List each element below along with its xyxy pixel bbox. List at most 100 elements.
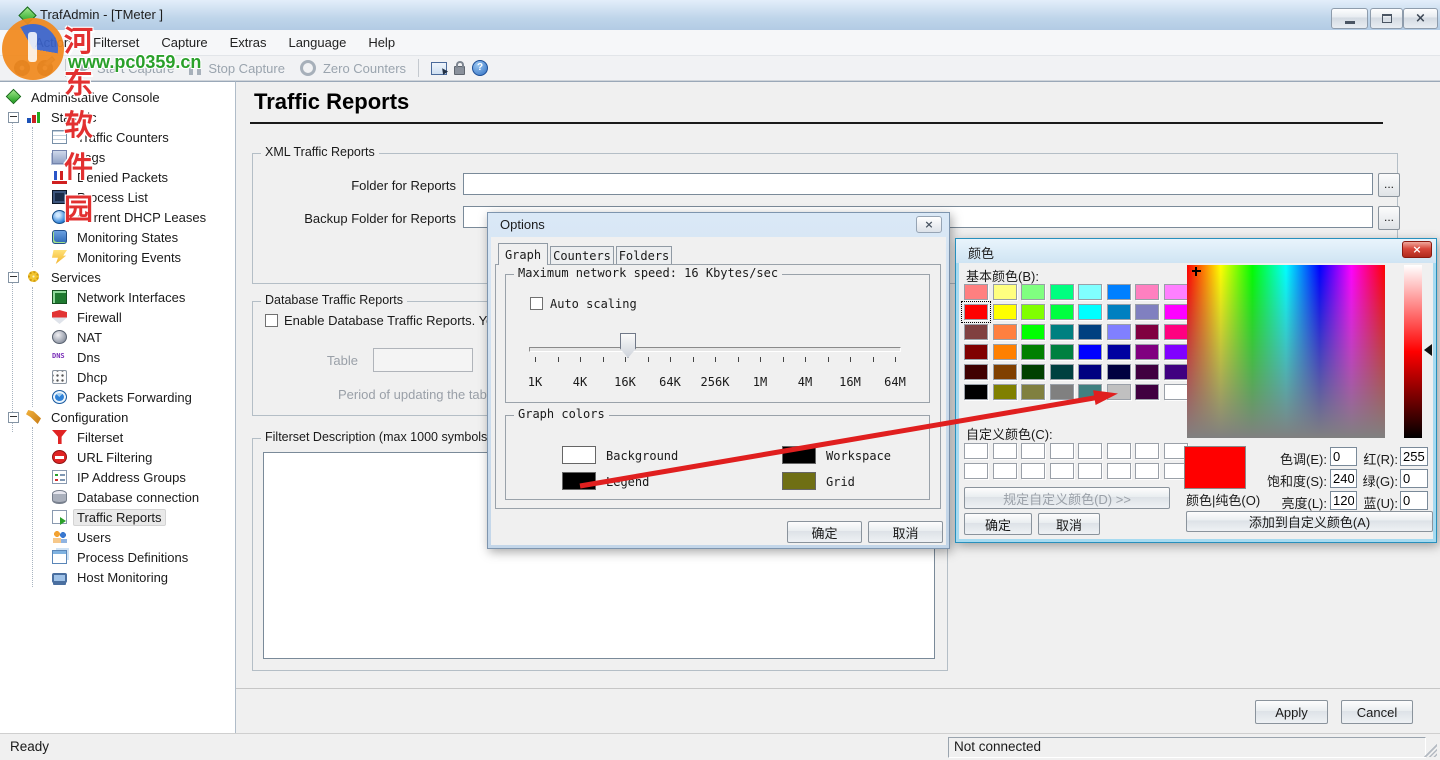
basic-color-swatch[interactable]	[1021, 344, 1045, 360]
basic-color-swatch[interactable]	[964, 324, 988, 340]
custom-color-swatch[interactable]	[1050, 463, 1074, 479]
tree-item-statistic[interactable]: Statistic	[0, 107, 234, 127]
add-custom-color-button[interactable]: 添加到自定义颜色(A)	[1186, 511, 1433, 532]
tree-item-traffic-reports[interactable]: Traffic Reports	[0, 507, 234, 527]
tree-item-dhcp[interactable]: Dhcp	[0, 367, 234, 387]
basic-color-swatch[interactable]	[1050, 324, 1074, 340]
basic-color-swatch[interactable]	[1107, 324, 1131, 340]
basic-color-swatch[interactable]	[964, 384, 988, 400]
basic-color-swatch[interactable]	[1107, 304, 1131, 320]
collapse-icon[interactable]	[8, 272, 19, 283]
options-ok-button[interactable]: 确定	[787, 521, 862, 543]
custom-color-swatch[interactable]	[993, 463, 1017, 479]
lock-icon[interactable]	[454, 66, 465, 75]
tree-item-packets-forwarding[interactable]: Packets Forwarding	[0, 387, 234, 407]
basic-color-swatch[interactable]	[993, 384, 1017, 400]
basic-color-swatch[interactable]	[993, 364, 1017, 380]
luminance-arrow-icon[interactable]	[1424, 344, 1432, 356]
collapse-icon[interactable]	[8, 112, 19, 123]
color-cancel-button[interactable]: 取消	[1038, 513, 1100, 535]
basic-color-swatch[interactable]	[1021, 384, 1045, 400]
color-dialog-titlebar[interactable]: 颜色	[956, 239, 1436, 263]
tree-item-network-interfaces[interactable]: Network Interfaces	[0, 287, 234, 307]
basic-color-swatch[interactable]	[1078, 284, 1102, 300]
basic-color-swatch[interactable]	[993, 324, 1017, 340]
cancel-button[interactable]: Cancel	[1341, 700, 1413, 724]
folder-for-reports-input[interactable]	[463, 173, 1373, 195]
hsl-value-input[interactable]	[1330, 491, 1357, 510]
basic-color-swatch[interactable]	[1107, 364, 1131, 380]
custom-color-swatch[interactable]	[1021, 463, 1045, 479]
zero-counters-button[interactable]: Zero Counters	[323, 61, 406, 76]
hue-saturation-field[interactable]	[1187, 265, 1385, 438]
hsl-value-input[interactable]	[1330, 447, 1357, 466]
basic-color-swatch[interactable]	[1164, 384, 1188, 400]
speed-slider-thumb[interactable]	[620, 333, 636, 358]
color-ok-button[interactable]: 确定	[964, 513, 1032, 535]
remote-screen-icon[interactable]	[431, 62, 447, 75]
speed-slider-track[interactable]	[529, 347, 901, 352]
basic-color-swatch[interactable]	[1135, 284, 1159, 300]
menu-item-language[interactable]: Language	[277, 30, 357, 56]
basic-color-swatch[interactable]	[964, 344, 988, 360]
auto-scaling-checkbox[interactable]	[530, 297, 543, 310]
tree-item-firewall[interactable]: Firewall	[0, 307, 234, 327]
basic-color-swatch[interactable]	[1021, 304, 1045, 320]
background-color-swatch[interactable]	[562, 446, 596, 464]
tree-item-logs[interactable]: Logs	[0, 147, 234, 167]
custom-color-swatch[interactable]	[1021, 443, 1045, 459]
folder-browse-button[interactable]: ...	[1378, 173, 1400, 197]
tree-item-denied-packets[interactable]: Denied Packets	[0, 167, 234, 187]
menu-item-extras[interactable]: Extras	[219, 30, 278, 56]
basic-color-swatch[interactable]	[1078, 364, 1102, 380]
menu-item-action[interactable]: Action	[24, 30, 82, 56]
basic-color-swatch[interactable]	[1078, 344, 1102, 360]
basic-color-swatch[interactable]	[1135, 304, 1159, 320]
tree-item-host-monitoring[interactable]: Host Monitoring	[0, 567, 234, 587]
stop-capture-button[interactable]: Stop Capture	[208, 61, 285, 76]
basic-color-swatch[interactable]	[1107, 344, 1131, 360]
tree-item-administative-console[interactable]: Administative Console	[0, 87, 234, 107]
basic-color-swatch[interactable]	[1107, 284, 1131, 300]
basic-color-swatch[interactable]	[1164, 304, 1188, 320]
workspace-color-swatch[interactable]	[782, 446, 816, 464]
basic-color-swatch[interactable]	[1050, 304, 1074, 320]
basic-color-swatch[interactable]	[1164, 344, 1188, 360]
basic-color-swatch[interactable]	[1164, 284, 1188, 300]
custom-color-swatch[interactable]	[1107, 463, 1131, 479]
tab-counters[interactable]: Counters	[550, 246, 614, 265]
custom-color-swatch[interactable]	[1050, 443, 1074, 459]
tree-item-configuration[interactable]: Configuration	[0, 407, 234, 427]
tab-folders[interactable]: Folders	[616, 246, 672, 265]
rgb-value-input[interactable]	[1400, 447, 1428, 466]
tree-item-services[interactable]: Services	[0, 267, 234, 287]
tree-item-dns[interactable]: Dns	[0, 347, 234, 367]
basic-color-swatch[interactable]	[993, 284, 1017, 300]
options-cancel-button[interactable]: 取消	[868, 521, 943, 543]
hsl-value-input[interactable]	[1330, 469, 1357, 488]
tree-item-database-connection[interactable]: Database connection	[0, 487, 234, 507]
tree-item-current-dhcp-leases[interactable]: Current DHCP Leases	[0, 207, 234, 227]
custom-color-swatch[interactable]	[1078, 463, 1102, 479]
basic-color-swatch[interactable]	[1078, 384, 1102, 400]
tree-item-process-list[interactable]: Process List	[0, 187, 234, 207]
tree-item-nat[interactable]: NAT	[0, 327, 234, 347]
tree-item-process-definitions[interactable]: Process Definitions	[0, 547, 234, 567]
basic-color-swatch[interactable]	[993, 344, 1017, 360]
basic-color-swatch[interactable]	[1078, 324, 1102, 340]
menu-item-capture[interactable]: Capture	[150, 30, 218, 56]
apply-button[interactable]: Apply	[1255, 700, 1328, 724]
rgb-value-input[interactable]	[1400, 491, 1428, 510]
tree-item-traffic-counters[interactable]: Traffic Counters	[0, 127, 234, 147]
resize-grip[interactable]	[1424, 744, 1437, 757]
tree-item-users[interactable]: Users	[0, 527, 234, 547]
basic-color-swatch[interactable]	[1050, 284, 1074, 300]
basic-color-swatch[interactable]	[1021, 324, 1045, 340]
color-close-button[interactable]: ×	[1402, 241, 1432, 258]
custom-color-swatch[interactable]	[1107, 443, 1131, 459]
legend-color-swatch[interactable]	[562, 472, 596, 490]
menu-item-filterset[interactable]: Filterset	[82, 30, 150, 56]
settings-gear-icon[interactable]	[14, 60, 30, 76]
tree-item-ip-address-groups[interactable]: IP Address Groups	[0, 467, 234, 487]
basic-color-swatch[interactable]	[964, 364, 988, 380]
